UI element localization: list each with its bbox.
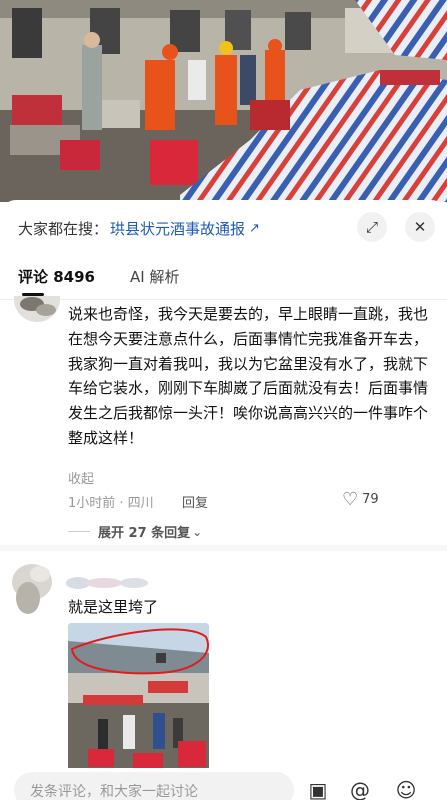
mention-icon[interactable]: @	[346, 776, 374, 800]
tab-comments[interactable]: 评论 8496	[18, 266, 95, 287]
like-button[interactable]: ♡ 79	[342, 489, 379, 510]
emoji-icon[interactable]: ☺	[392, 776, 420, 800]
comment-time-location: 1小时前 · 四川	[68, 496, 154, 511]
phone-screen: 大家都在搜： 珙县状元酒事故通报 ↗ ⤢ ✕ 评论 8496 AI 解析 说来也…	[0, 0, 447, 800]
comment-photo[interactable]	[68, 623, 209, 773]
arrow-up-right-icon: ↗	[249, 220, 260, 236]
divider	[0, 299, 447, 300]
image-icon[interactable]: ▣	[304, 776, 332, 800]
avatar[interactable]	[6, 558, 60, 620]
username[interactable]	[64, 574, 150, 592]
collapse-link[interactable]: 收起	[68, 468, 94, 487]
comment-sheet: 大家都在搜： 珙县状元酒事故通报 ↗ ⤢ ✕ 评论 8496 AI 解析 说来也…	[0, 200, 447, 800]
expand-icon[interactable]: ⤢	[357, 212, 387, 242]
scene-image	[0, 0, 447, 202]
expand-replies-button[interactable]: 展开 27 条回复 ⌄	[68, 522, 202, 541]
heart-icon: ♡	[342, 489, 359, 510]
comment-separator	[0, 545, 447, 551]
comment-text: 说来也奇怪，我今天是要去的，早上眼睛一直跳，我也在想今天要注意点什么，后面事情忙…	[68, 305, 429, 447]
avatar[interactable]	[14, 296, 60, 322]
reply-button[interactable]: 回复	[182, 492, 208, 511]
comment-input[interactable]: 发条评论，和大家一起讨论	[14, 772, 294, 800]
search-query-link[interactable]: 珙县状元酒事故通报	[110, 218, 245, 239]
expand-replies-label: 展开 27 条回复	[98, 526, 191, 541]
search-prefix: 大家都在搜：	[18, 219, 109, 238]
like-count: 79	[362, 492, 379, 507]
close-icon[interactable]: ✕	[405, 212, 435, 242]
video-player[interactable]	[0, 0, 447, 202]
comment-input-bar: 发条评论，和大家一起讨论 ▣ @ ☺	[0, 768, 447, 800]
chevron-down-icon: ⌄	[192, 524, 203, 539]
comment-text: 就是这里垮了	[68, 598, 159, 616]
tab-ai-analysis[interactable]: AI 解析	[130, 266, 179, 287]
divider	[68, 531, 90, 532]
tab-bar: 评论 8496 AI 解析	[0, 260, 447, 300]
